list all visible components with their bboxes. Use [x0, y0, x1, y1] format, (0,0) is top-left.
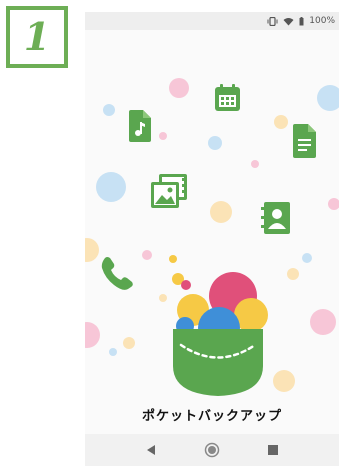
home-button[interactable] [198, 436, 226, 464]
calendar-icon [215, 84, 240, 111]
pocket-app-logo [172, 272, 268, 396]
app-name-label: ポケットバックアップ [141, 409, 282, 424]
step-number: 1 [23, 14, 51, 59]
photo-gallery-icon [151, 174, 187, 208]
vibrate-icon [267, 16, 278, 26]
music-file-icon [129, 110, 151, 142]
status-bar: 100% [85, 12, 339, 30]
recents-square-icon [268, 445, 279, 455]
document-icon [293, 124, 316, 158]
step-number-badge: 1 [6, 6, 68, 68]
phone-screen: 100% ポケットバックアップ [85, 12, 339, 466]
back-button[interactable] [137, 436, 165, 464]
home-circle-icon [204, 442, 220, 458]
splash-illustration [85, 78, 339, 396]
splash-content [85, 30, 339, 434]
back-triangle-icon [146, 445, 155, 455]
battery-icon [299, 16, 304, 26]
wifi-icon [283, 17, 294, 26]
phone-icon [101, 257, 133, 290]
navigation-bar [85, 434, 339, 466]
contacts-icon [261, 202, 290, 234]
recents-button[interactable] [259, 436, 287, 464]
battery-percentage: 100% [309, 16, 335, 26]
